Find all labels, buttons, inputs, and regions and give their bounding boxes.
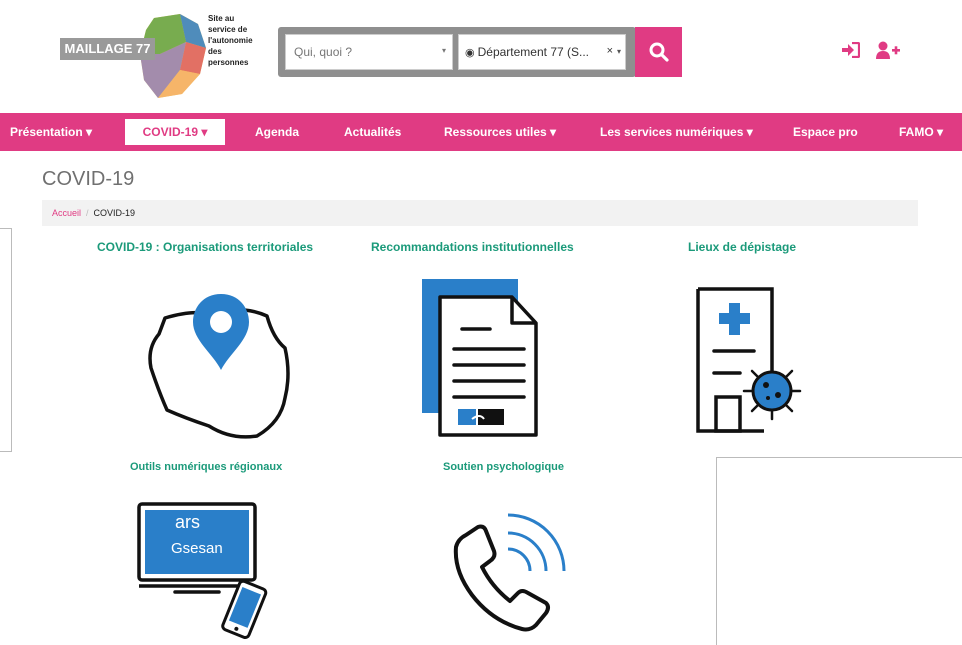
breadcrumb: Accueil / COVID-19 bbox=[42, 200, 918, 226]
nav-item-actualites[interactable]: Actualités bbox=[344, 113, 401, 151]
chevron-down-icon: ▾ bbox=[616, 47, 621, 56]
left-panel-edge bbox=[0, 228, 12, 452]
breadcrumb-separator: / bbox=[86, 208, 89, 218]
site-logo[interactable]: MAILLAGE 77 bbox=[60, 38, 155, 60]
nav-item-famo[interactable]: FAMO ▾ bbox=[899, 113, 943, 151]
tile-title-organisations[interactable]: COVID-19 : Organisations territoriales bbox=[97, 240, 313, 254]
esesan-logo-text: Gsesan bbox=[171, 540, 223, 557]
search-button[interactable] bbox=[635, 27, 682, 77]
clear-icon[interactable]: × bbox=[607, 45, 613, 57]
tile-title-recommandations[interactable]: Recommandations institutionnelles bbox=[371, 240, 574, 254]
site-tagline: Site au service de l'autonomie des perso… bbox=[208, 14, 253, 67]
phone-call-icon[interactable] bbox=[438, 505, 573, 640]
department-select[interactable]: ◉ Département 77 (S... × ▾ bbox=[458, 34, 626, 70]
user-plus-icon[interactable] bbox=[876, 41, 900, 64]
map-pin-region-icon[interactable] bbox=[145, 290, 295, 445]
ars-logo-text: ars bbox=[175, 512, 201, 532]
nav-item-covid19[interactable]: COVID-19 ▾ bbox=[125, 119, 225, 145]
nav-item-services-numeriques[interactable]: Les services numériques ▾ bbox=[600, 113, 753, 151]
right-panel-edge bbox=[716, 457, 962, 645]
sign-in-icon[interactable] bbox=[842, 41, 861, 63]
breadcrumb-current: COVID-19 bbox=[93, 208, 136, 218]
globe-icon: ◉ bbox=[465, 47, 475, 59]
search-placeholder: Qui, quoi ? bbox=[294, 45, 353, 59]
main-nav: Présentation ▾ COVID-19 ▾ Agenda Actuali… bbox=[0, 113, 962, 151]
tile-title-depistage[interactable]: Lieux de dépistage bbox=[688, 240, 796, 254]
page-title: COVID-19 bbox=[42, 168, 135, 190]
nav-item-ressources[interactable]: Ressources utiles ▾ bbox=[444, 113, 556, 151]
computer-phone-icon[interactable]: ars Gsesan bbox=[135, 500, 290, 645]
tile-title-soutien-psychologique[interactable]: Soutien psychologique bbox=[443, 461, 564, 473]
search-input[interactable]: Qui, quoi ? ▾ bbox=[285, 34, 453, 70]
chevron-down-icon: ▾ bbox=[441, 46, 446, 55]
nav-item-agenda[interactable]: Agenda bbox=[255, 113, 299, 151]
hospital-virus-icon[interactable] bbox=[694, 285, 804, 440]
tile-title-outils-numeriques[interactable]: Outils numériques régionaux bbox=[130, 461, 282, 473]
department-value: Département 77 (S... bbox=[477, 45, 589, 59]
breadcrumb-home-link[interactable]: Accueil bbox=[52, 208, 81, 218]
nav-item-presentation[interactable]: Présentation ▾ bbox=[10, 113, 92, 151]
nav-item-espace-pro[interactable]: Espace pro bbox=[793, 113, 858, 151]
document-icon[interactable] bbox=[418, 277, 543, 447]
search-icon bbox=[649, 42, 669, 62]
